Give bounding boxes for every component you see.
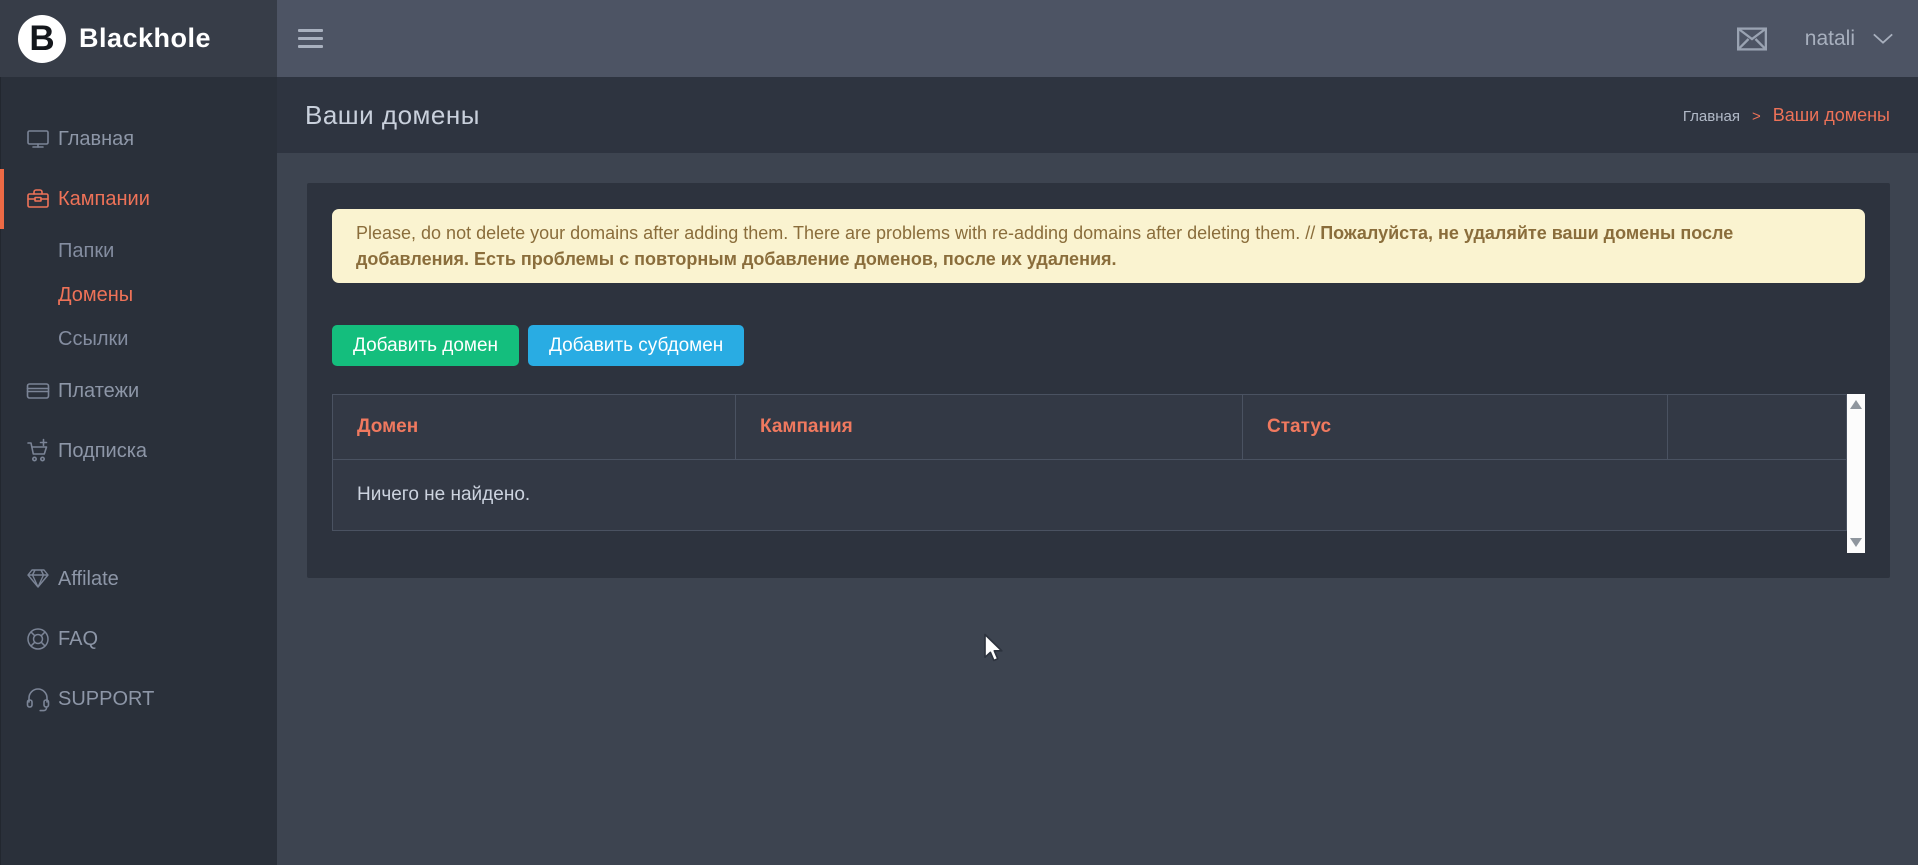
chevron-down-icon: [1872, 32, 1894, 45]
scrollbar-up-arrow-icon[interactable]: [1850, 400, 1862, 409]
mail-icon[interactable]: [1737, 27, 1767, 51]
scrollbar-down-arrow-icon[interactable]: [1850, 538, 1862, 547]
diamond-icon: [25, 566, 51, 592]
table-empty-row: Ничего не найдено.: [333, 460, 1847, 531]
column-header-domain[interactable]: Домен: [333, 395, 736, 460]
table-empty-message: Ничего не найдено.: [333, 460, 1847, 531]
table-header-row: Домен Кампания Статус: [333, 395, 1847, 460]
add-domain-button[interactable]: Добавить домен: [332, 325, 519, 366]
brand-name: Blackhole: [79, 23, 211, 54]
add-subdomain-button[interactable]: Добавить субдомен: [528, 325, 744, 366]
sidebar-item-label: SUPPORT: [58, 688, 154, 711]
sidebar-subitem-label: Домены: [58, 284, 133, 307]
username: natali: [1805, 27, 1855, 51]
actions-row: Добавить домен Добавить субдомен: [332, 325, 1865, 366]
headset-icon: [25, 686, 51, 712]
sidebar-subitem-domains[interactable]: Домены: [0, 273, 277, 317]
table-scrollbar[interactable]: [1847, 394, 1865, 553]
page-header: Ваши домены Главная > Ваши домены: [277, 77, 1918, 153]
sidebar-item-home[interactable]: Главная: [0, 109, 277, 169]
user-menu[interactable]: natali: [1805, 27, 1894, 51]
sidebar-item-campaigns[interactable]: Кампании: [0, 169, 277, 229]
sidebar-item-label: Кампании: [58, 188, 150, 211]
column-header-campaign[interactable]: Кампания: [736, 395, 1243, 460]
credit-card-icon: [25, 378, 51, 404]
alert-text-en: Please, do not delete your domains after…: [356, 223, 1320, 243]
breadcrumb-current: Ваши домены: [1773, 105, 1890, 126]
sidebar-subitem-links[interactable]: Ссылки: [0, 317, 277, 361]
sidebar-item-support[interactable]: SUPPORT: [0, 669, 277, 729]
sidebar-subitem-folders[interactable]: Папки: [0, 229, 277, 273]
domains-table: Домен Кампания Статус Ничего не найдено.: [332, 394, 1847, 531]
lifebuoy-icon: [25, 626, 51, 652]
breadcrumb-home-link[interactable]: Главная: [1683, 108, 1740, 125]
sidebar: Главная Кампании Папки Домены Ссылки: [0, 77, 277, 865]
page-title: Ваши домены: [305, 100, 480, 131]
main-content: Please, do not delete your domains after…: [277, 153, 1918, 865]
column-header-status[interactable]: Статус: [1243, 395, 1668, 460]
sidebar-item-faq[interactable]: FAQ: [0, 609, 277, 669]
breadcrumb-separator-icon: >: [1752, 108, 1761, 125]
column-header-actions: [1668, 395, 1847, 460]
sidebar-item-label: Подписка: [58, 440, 147, 463]
sidebar-item-label: Affilate: [58, 568, 119, 591]
sidebar-spacer: [0, 481, 277, 549]
monitor-icon: [25, 126, 51, 152]
brand-logo[interactable]: B Blackhole: [0, 0, 277, 77]
domains-table-wrap: Домен Кампания Статус Ничего не найдено.: [332, 394, 1865, 553]
briefcase-icon: [25, 186, 51, 212]
hamburger-icon[interactable]: [294, 25, 327, 52]
mouse-cursor: [983, 633, 1005, 666]
warning-alert: Please, do not delete your domains after…: [332, 209, 1865, 283]
breadcrumb: Главная > Ваши домены: [1683, 105, 1890, 126]
sidebar-item-label: Главная: [58, 128, 134, 151]
logo-letter: B: [29, 19, 54, 59]
navbar-right: natali: [1737, 27, 1918, 51]
sidebar-subitem-label: Ссылки: [58, 328, 128, 351]
sidebar-item-label: Платежи: [58, 380, 139, 403]
domains-panel: Please, do not delete your domains after…: [307, 183, 1890, 578]
sidebar-item-payments[interactable]: Платежи: [0, 361, 277, 421]
top-navbar: B Blackhole natali: [0, 0, 1918, 77]
logo-circle-icon: B: [18, 15, 66, 63]
sidebar-subitem-label: Папки: [58, 240, 114, 263]
sidebar-item-label: FAQ: [58, 628, 98, 651]
sidebar-item-affiliate[interactable]: Affilate: [0, 549, 277, 609]
sidebar-item-subscription[interactable]: Подписка: [0, 421, 277, 481]
cart-icon: [25, 438, 51, 464]
